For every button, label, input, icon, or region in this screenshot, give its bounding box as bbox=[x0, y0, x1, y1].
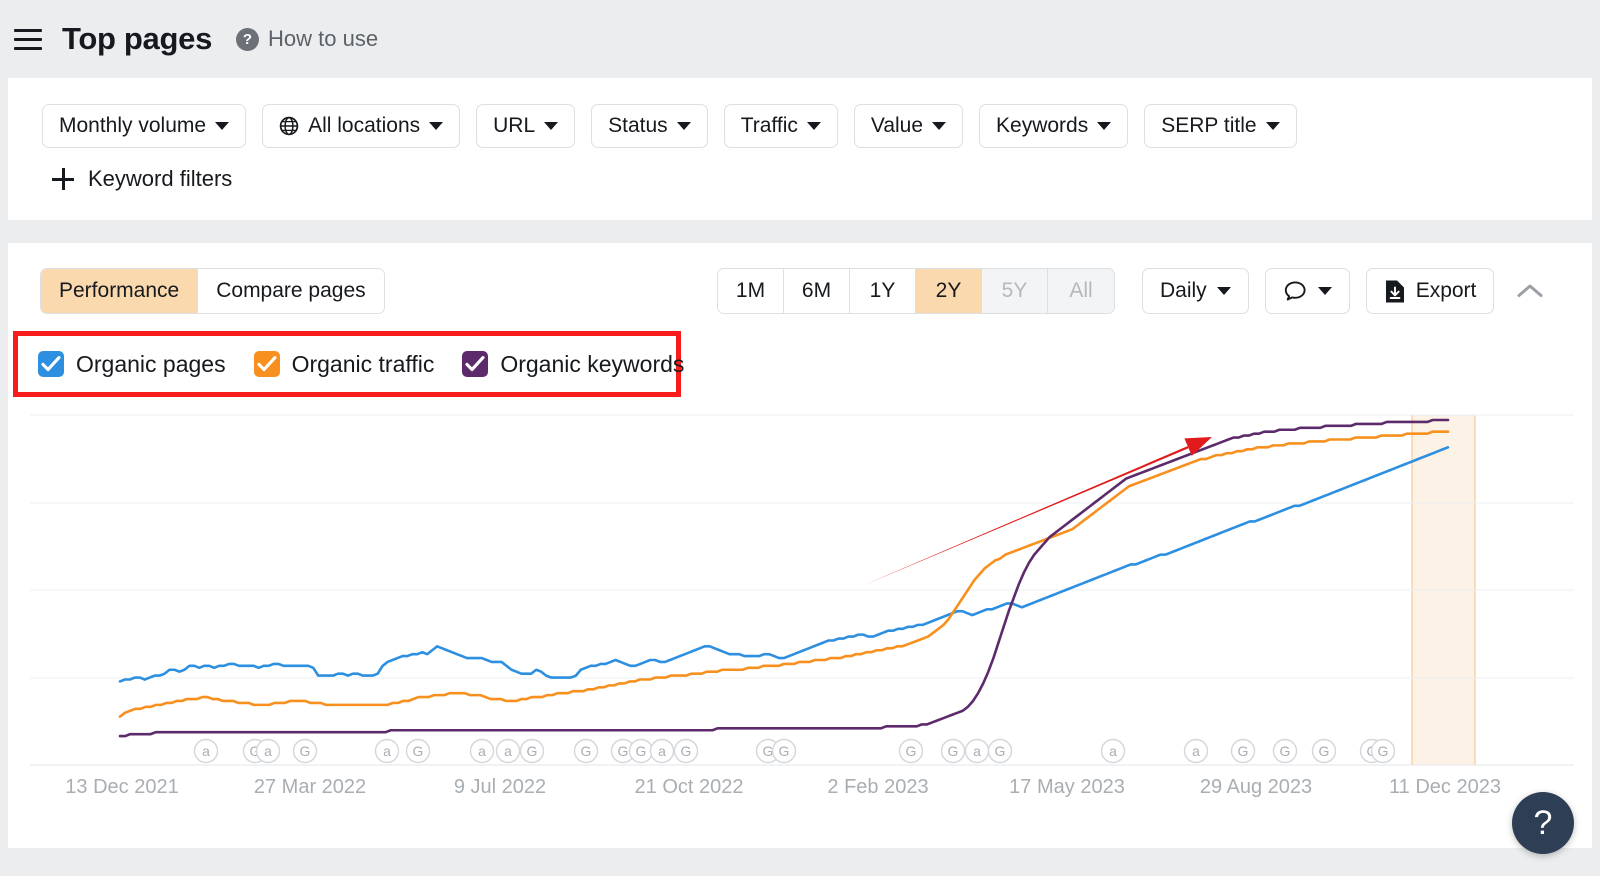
page-title: Top pages bbox=[62, 21, 213, 56]
filter-label: All locations bbox=[308, 114, 421, 137]
x-axis-tick-label: 17 May 2023 bbox=[1009, 776, 1125, 798]
filter-url[interactable]: URL bbox=[476, 104, 576, 148]
chevron-down-icon bbox=[932, 122, 947, 130]
filter-value[interactable]: Value bbox=[853, 104, 964, 148]
app-root: Top pages ? How to use Monthly volume Al… bbox=[0, 0, 1600, 876]
filter-status[interactable]: Status bbox=[591, 104, 708, 148]
filter-label: Value bbox=[870, 114, 924, 137]
filter-serp-title[interactable]: SERP title bbox=[1144, 104, 1297, 148]
app-header: Top pages ? How to use bbox=[0, 0, 1600, 78]
chevron-down-icon bbox=[215, 122, 230, 130]
filter-all-locations[interactable]: All locations bbox=[262, 104, 461, 148]
filter-label: Keywords bbox=[996, 114, 1089, 137]
hamburger-icon[interactable] bbox=[14, 22, 48, 56]
x-axis-tick-label: 29 Aug 2023 bbox=[1199, 776, 1313, 798]
x-axis-tick-label: 2 Feb 2023 bbox=[827, 776, 929, 798]
filter-monthly-volume[interactable]: Monthly volume bbox=[42, 104, 247, 148]
chevron-down-icon bbox=[806, 122, 821, 130]
chevron-down-icon bbox=[676, 122, 691, 130]
globe-icon bbox=[279, 116, 299, 136]
help-fab-button[interactable]: ? bbox=[1512, 792, 1574, 854]
chevron-down-icon bbox=[1097, 122, 1112, 130]
filter-traffic[interactable]: Traffic bbox=[723, 104, 838, 148]
x-axis-labels: 13 Dec 2021 27 Mar 2022 9 Jul 2022 21 Oct 2… bbox=[8, 243, 1592, 848]
bottom-strip bbox=[0, 848, 1600, 876]
filter-keywords[interactable]: Keywords bbox=[979, 104, 1129, 148]
x-axis-tick-label: 9 Jul 2022 bbox=[453, 776, 547, 798]
help-fab-label: ? bbox=[1533, 803, 1553, 842]
filter-chip-row: Monthly volume All locations URL Status … bbox=[42, 104, 1297, 148]
filter-panel: Monthly volume All locations URL Status … bbox=[8, 78, 1592, 220]
chevron-down-icon bbox=[1265, 122, 1280, 130]
how-to-use-label: How to use bbox=[268, 26, 379, 51]
x-axis-tick-label: 11 Dec 2023 bbox=[1389, 776, 1501, 798]
filter-label: Status bbox=[608, 114, 668, 137]
x-axis-tick-label: 13 Dec 2021 bbox=[65, 776, 179, 798]
filter-label: SERP title bbox=[1161, 114, 1257, 137]
question-circle-icon: ? bbox=[236, 27, 260, 51]
keyword-filters-label: Keyword filters bbox=[88, 166, 233, 191]
filter-label: Monthly volume bbox=[59, 114, 207, 137]
x-axis-tick-label: 27 Mar 2022 bbox=[253, 776, 367, 798]
filter-label: Traffic bbox=[740, 114, 798, 137]
x-axis-tick-label: 21 Oct 2022 bbox=[634, 776, 744, 798]
chevron-down-icon bbox=[544, 122, 559, 130]
keyword-filters-button[interactable]: Keyword filters bbox=[52, 166, 232, 192]
plus-icon bbox=[52, 168, 74, 190]
filter-label: URL bbox=[493, 114, 536, 137]
chevron-down-icon bbox=[429, 122, 444, 130]
how-to-use-link[interactable]: ? How to use bbox=[236, 26, 378, 52]
